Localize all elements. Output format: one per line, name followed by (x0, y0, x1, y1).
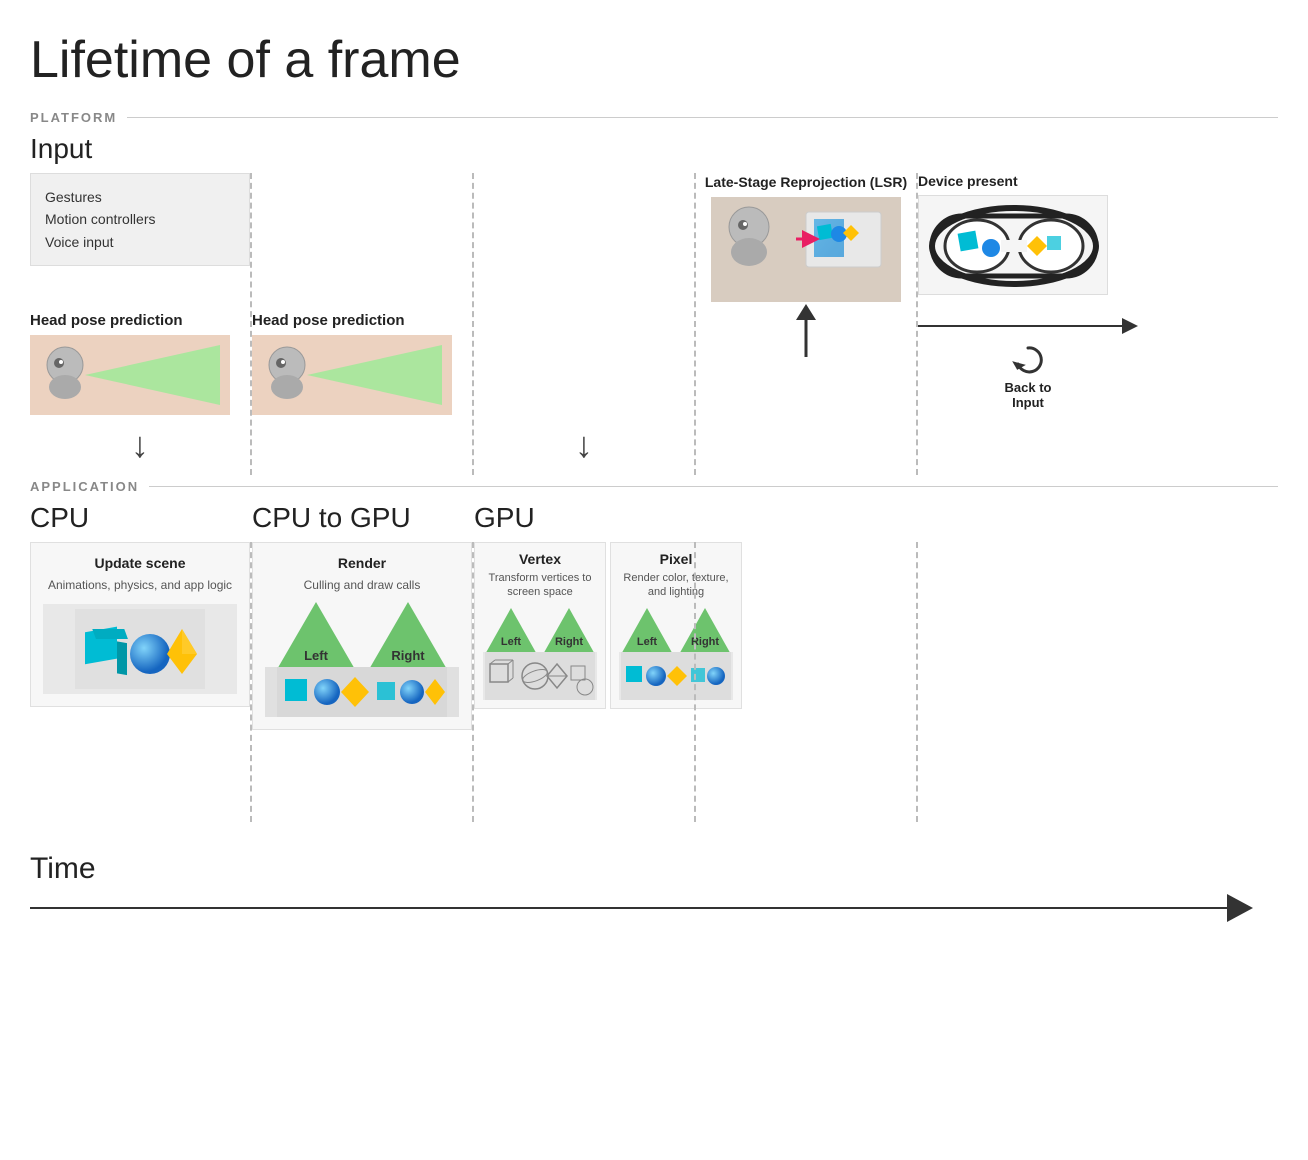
lsr-image (711, 197, 901, 302)
time-label: Time (30, 852, 1278, 886)
pixel-tri-left: Left (619, 608, 675, 648)
back-to-input: Back to Input (1005, 342, 1052, 410)
input-box: Gestures Motion controllers Voice input (30, 173, 250, 266)
page-container: Lifetime of a frame PLATFORM Input Gestu… (0, 0, 1308, 942)
head-pose-label-2: Head pose prediction (252, 312, 472, 329)
render-left-label: Left (304, 648, 328, 663)
device-label: Device present (918, 173, 1018, 189)
cpu-objects (43, 604, 237, 694)
empty-cpu-gpu-arrow (252, 415, 472, 475)
render-right-label: Right (391, 648, 424, 663)
cpu-card: Update scene Animations, physics, and ap… (30, 542, 250, 707)
gpu-header: GPU (474, 502, 694, 534)
col-headers-row: CPU CPU to GPU GPU (30, 502, 1278, 534)
head-pose-svg-2 (252, 335, 452, 415)
refresh-icon (1010, 342, 1046, 378)
render-objects (265, 667, 459, 717)
app-cards-row: Update scene Animations, physics, and ap… (30, 542, 1278, 822)
vertex-left-label: Left (501, 636, 521, 648)
pixel-card-title: Pixel (660, 551, 693, 567)
input-item-2: Motion controllers (45, 208, 235, 230)
cpu-gpu-header: CPU to GPU (252, 502, 472, 534)
main-title: Lifetime of a frame (30, 30, 1278, 90)
gpu-cards: Vertex Transform vertices to screen spac… (474, 542, 694, 709)
cpu-card-desc: Animations, physics, and app logic (48, 577, 232, 594)
render-card-desc: Culling and draw calls (304, 577, 421, 594)
col-cpu-gpu-top (252, 173, 472, 302)
app-divider-3 (694, 542, 696, 822)
vertex-right-label: Right (555, 636, 583, 648)
pixel-card: Pixel Render color, texture, and lightin… (610, 542, 742, 709)
col-gpu-pose-empty (474, 302, 694, 415)
arrow-down-1: ↓ (30, 415, 250, 475)
diagram-grid: Gestures Motion controllers Voice input … (30, 173, 1278, 475)
app-divider-4 (916, 542, 918, 822)
application-section-label: APPLICATION (30, 479, 1278, 494)
arrow-down-2: ↓ (474, 415, 694, 475)
col-cpu-gpu-pose: Head pose prediction (252, 302, 472, 415)
empty-gpu-arrow (696, 415, 916, 475)
back-to-input-text: Back to Input (1005, 380, 1052, 410)
col-lsr: Late-Stage Reprojection (LSR) (696, 173, 916, 302)
cpu-card-title: Update scene (94, 555, 185, 571)
device-image (918, 195, 1108, 295)
input-item-3: Voice input (45, 231, 235, 253)
pixel-objects (619, 652, 733, 700)
time-line (30, 907, 1227, 909)
head-pose-label-1: Head pose prediction (30, 312, 250, 329)
lsr-arrow-up (696, 302, 916, 362)
time-arrow-row (30, 894, 1253, 922)
vertex-triangles: Left Right (483, 608, 597, 648)
time-section: Time (30, 852, 1278, 922)
col-device-arrow: Back to Input (918, 302, 1138, 415)
vertex-card: Vertex Transform vertices to screen spac… (474, 542, 606, 709)
time-arrowhead (1227, 894, 1253, 922)
lsr-svg (711, 197, 901, 302)
render-card: Render Culling and draw calls Left Right (252, 542, 472, 730)
lsr-title: Late-Stage Reprojection (LSR) (705, 173, 907, 191)
empty-lsr-arrow (918, 415, 1138, 475)
pixel-objects-svg (621, 652, 731, 700)
vertex-tri-left: Left (483, 608, 539, 648)
platform-section-label: PLATFORM (30, 110, 1278, 125)
pixel-left-label: Left (637, 636, 657, 648)
goggles-svg (919, 196, 1108, 295)
cpu-objects-svg (51, 609, 229, 689)
pixel-triangles: Left Right (619, 608, 733, 648)
vertex-wire-svg (485, 652, 595, 700)
render-triangles: Left Right (272, 602, 452, 663)
col-input-pose: Head pose prediction (30, 302, 250, 415)
vertex-wireframes (483, 652, 597, 700)
input-title: Input (30, 133, 1278, 165)
render-card-title: Render (338, 555, 386, 571)
input-item-1: Gestures (45, 186, 235, 208)
col-gpu-top (474, 173, 694, 302)
head-pose-img-2 (252, 335, 452, 415)
head-pose-img-1 (30, 335, 230, 415)
up-arrow-svg (786, 302, 826, 362)
head-pose-svg-1 (30, 335, 230, 415)
vertex-card-desc: Transform vertices to screen space (483, 571, 597, 600)
vertex-card-title: Vertex (519, 551, 561, 567)
col-device: Device present (918, 173, 1138, 302)
render-tri-left: Left (272, 602, 360, 663)
pixel-tri-right: Right (677, 608, 733, 648)
cpu-header: CPU (30, 502, 250, 534)
pixel-card-desc: Render color, texture, and lighting (619, 571, 733, 600)
render-objects-svg (277, 667, 447, 717)
device-right-arrow (918, 318, 1138, 334)
render-tri-right: Right (364, 602, 452, 663)
col-input: Gestures Motion controllers Voice input (30, 173, 250, 302)
vertex-tri-right: Right (541, 608, 597, 648)
